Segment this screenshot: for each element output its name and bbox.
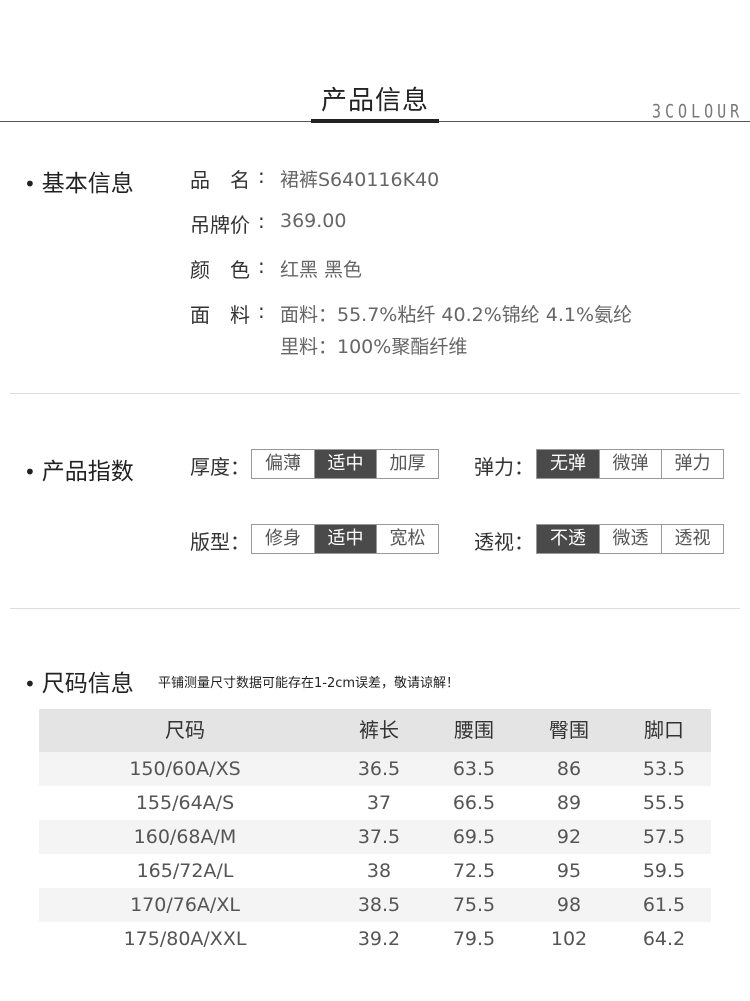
table-cell: 69.5 xyxy=(452,826,496,848)
table-cell: 170/76A/XL xyxy=(130,894,240,916)
sheer-option: 微透 xyxy=(599,525,661,553)
table-cell: 160/68A/M xyxy=(133,826,237,848)
table-cell: 102 xyxy=(550,928,588,950)
table-header-row: 尺码 裤长 腰围 臀围 脚口 xyxy=(39,709,711,752)
table-cell: 55.5 xyxy=(642,792,686,814)
table-cell: 38.5 xyxy=(357,894,401,916)
thickness-option-selected: 适中 xyxy=(314,450,376,478)
table-cell: 37.5 xyxy=(357,826,401,848)
sheer-option: 透视 xyxy=(661,525,723,553)
thickness-option: 加厚 xyxy=(376,450,438,478)
table-cell: 155/64A/S xyxy=(135,792,235,814)
table-cell: 59.5 xyxy=(642,860,686,882)
table-cell: 37 xyxy=(366,792,392,814)
table-header-cell: 臀围 xyxy=(549,718,589,742)
material-colon: : xyxy=(258,299,265,323)
size-table: 尺码 裤长 腰围 臀围 脚口 150/60A/XS 36.5 63.5 86 5… xyxy=(39,709,711,956)
fit-selector: 修身 适中 宽松 xyxy=(251,524,439,554)
name-colon: : xyxy=(258,164,265,188)
material-line-1: 面料：55.7%粘纤 40.2%锦纶 4.1%氨纶 xyxy=(280,304,633,326)
page-title: 产品信息 xyxy=(320,86,429,116)
table-cell: 89 xyxy=(556,792,582,814)
table-row: 170/76A/XL 38.5 75.5 98 61.5 xyxy=(39,888,711,922)
fit-option: 修身 xyxy=(265,528,301,549)
table-cell: 64.2 xyxy=(642,928,686,950)
color-label: 颜 色 xyxy=(190,258,250,282)
header-title-underline xyxy=(311,119,439,123)
price-label: 吊牌价 xyxy=(190,213,250,237)
table-row: 160/68A/M 37.5 69.5 92 57.5 xyxy=(39,820,711,854)
table-cell: 92 xyxy=(556,826,582,848)
table-header-cell: 尺码 xyxy=(165,718,205,742)
price-colon: : xyxy=(258,209,265,233)
section-title-size: 尺码信息 xyxy=(24,664,134,698)
table-row: 165/72A/L 38 72.5 95 59.5 xyxy=(39,854,711,888)
table-cell: 79.5 xyxy=(452,928,496,950)
table-cell: 165/72A/L xyxy=(136,860,234,882)
color-value: 红黑 黑色 xyxy=(280,259,363,281)
section-divider xyxy=(10,608,740,609)
table-cell: 39.2 xyxy=(357,928,401,950)
sheer-selector: 不透 微透 透视 xyxy=(536,524,724,554)
thickness-selector: 偏薄 适中 加厚 xyxy=(251,449,439,479)
color-colon: : xyxy=(258,254,265,278)
name-value: 裙裤S640116K40 xyxy=(280,169,440,191)
table-row: 150/60A/XS 36.5 63.5 86 53.5 xyxy=(39,752,711,786)
elasticity-option: 弹力 xyxy=(661,450,723,478)
table-cell: 57.5 xyxy=(642,826,686,848)
table-cell: 175/80A/XXL xyxy=(123,928,247,950)
fit-label: 版型： xyxy=(190,530,250,554)
elasticity-label: 弹力： xyxy=(474,455,534,479)
table-cell: 95 xyxy=(556,860,582,882)
sheer-label: 透视： xyxy=(474,530,534,554)
table-cell: 150/60A/XS xyxy=(129,758,241,780)
table-cell: 75.5 xyxy=(452,894,496,916)
table-cell: 36.5 xyxy=(357,758,401,780)
size-note: 平铺测量尺寸数据可能存在1-2cm误差，敬请谅解！ xyxy=(158,676,460,691)
table-cell: 63.5 xyxy=(452,758,496,780)
elasticity-option-selected: 无弹 xyxy=(537,450,599,478)
table-cell: 61.5 xyxy=(642,894,686,916)
table-cell: 86 xyxy=(556,758,582,780)
section-title-index: 产品指数 xyxy=(24,452,134,486)
price-value: 369.00 xyxy=(280,210,347,232)
material-label: 面 料 xyxy=(190,303,250,327)
table-header-cell: 腰围 xyxy=(454,718,494,742)
material-line-2: 里料：100%聚酯纤维 xyxy=(280,336,468,358)
table-cell: 38 xyxy=(366,860,392,882)
elasticity-option: 微弹 xyxy=(599,450,661,478)
table-cell: 66.5 xyxy=(452,792,496,814)
sheer-option-selected: 不透 xyxy=(537,525,599,553)
table-row: 175/80A/XXL 39.2 79.5 102 64.2 xyxy=(39,922,711,956)
thickness-option: 偏薄 xyxy=(265,453,301,474)
table-cell: 98 xyxy=(556,894,582,916)
section-divider xyxy=(10,393,740,394)
elasticity-selector: 无弹 微弹 弹力 xyxy=(536,449,724,479)
brand-logo-text: 3COLOUR xyxy=(652,100,744,123)
fit-option: 宽松 xyxy=(376,525,438,553)
section-title-basic: 基本信息 xyxy=(24,164,134,198)
table-cell: 53.5 xyxy=(642,758,686,780)
table-row: 155/64A/S 37 66.5 89 55.5 xyxy=(39,786,711,820)
table-cell: 72.5 xyxy=(452,860,496,882)
table-header-cell: 裤长 xyxy=(359,718,399,742)
thickness-label: 厚度： xyxy=(190,455,250,479)
fit-option-selected: 适中 xyxy=(314,525,376,553)
name-label: 品 名 xyxy=(190,168,250,192)
table-header-cell: 脚口 xyxy=(644,718,684,742)
